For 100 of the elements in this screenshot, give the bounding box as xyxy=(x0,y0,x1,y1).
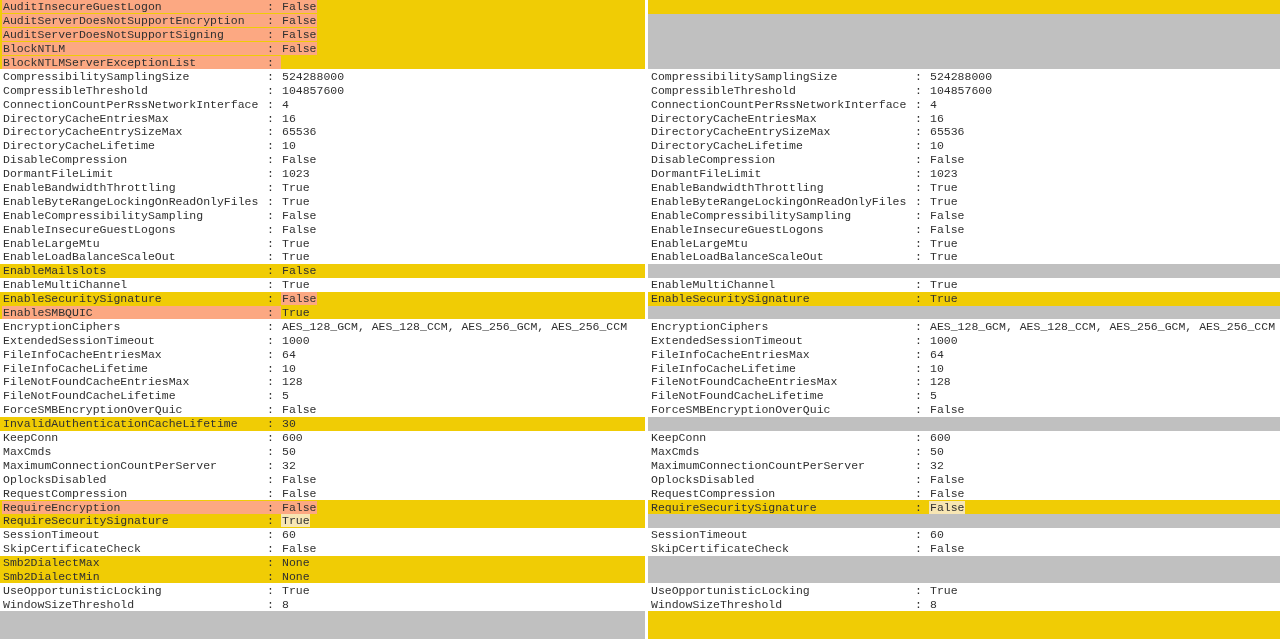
setting-value: False xyxy=(281,0,317,14)
separator: : xyxy=(267,264,275,278)
separator: : xyxy=(915,167,923,181)
separator: : xyxy=(267,278,275,292)
separator: : xyxy=(915,528,923,542)
separator: : xyxy=(267,28,275,42)
setting-value: False xyxy=(281,222,317,236)
setting-value: False xyxy=(281,486,317,500)
separator: : xyxy=(267,167,275,181)
separator: : xyxy=(267,375,275,389)
setting-name: FileInfoCacheLifetime xyxy=(650,361,797,375)
separator: : xyxy=(267,597,275,611)
separator: : xyxy=(267,14,275,28)
separator: : xyxy=(267,97,275,111)
separator: : xyxy=(267,208,275,222)
setting-value: False xyxy=(281,28,317,42)
setting-value: True xyxy=(281,194,310,208)
setting-name: EnableBandwidthThrottling xyxy=(650,181,825,194)
setting-name: UseOpportunisticLocking xyxy=(2,583,163,597)
setting-value: True xyxy=(929,194,958,208)
separator: : xyxy=(915,208,923,222)
separator: : xyxy=(915,181,923,194)
setting-value: False xyxy=(281,264,317,278)
separator: : xyxy=(915,597,923,611)
setting-name: MaxCmds xyxy=(2,444,53,458)
setting-value: True xyxy=(281,250,310,264)
separator: : xyxy=(267,69,275,83)
setting-value: False xyxy=(929,486,965,500)
setting-name: DormantFileLimit xyxy=(650,167,763,181)
separator: : xyxy=(267,222,275,236)
setting-value: 1000 xyxy=(281,333,310,347)
separator: : xyxy=(915,431,923,445)
setting-name: OplocksDisabled xyxy=(650,472,756,486)
separator: : xyxy=(915,333,923,347)
setting-value: 524288000 xyxy=(281,69,345,83)
separator: : xyxy=(915,403,923,417)
setting-value: 128 xyxy=(929,375,951,389)
separator: : xyxy=(267,42,275,56)
separator: : xyxy=(267,431,275,445)
setting-name: EnableMailslots xyxy=(2,264,108,278)
setting-value: 600 xyxy=(281,431,303,445)
setting-value: 32 xyxy=(929,458,944,472)
setting-value: 5 xyxy=(929,389,937,403)
setting-name: OplocksDisabled xyxy=(2,472,108,486)
setting-value: 4 xyxy=(929,97,937,111)
setting-name: EnableMultiChannel xyxy=(2,278,129,292)
setting-name: DirectoryCacheEntriesMax xyxy=(650,111,818,125)
setting-value: 50 xyxy=(281,444,296,458)
setting-name: DirectoryCacheEntrySizeMax xyxy=(2,125,184,139)
setting-name: FileInfoCacheEntriesMax xyxy=(2,347,163,361)
setting-name: DirectoryCacheLifetime xyxy=(2,139,156,153)
separator: : xyxy=(915,583,923,597)
setting-name: DormantFileLimit xyxy=(2,167,115,181)
separator: : xyxy=(915,250,923,264)
separator: : xyxy=(915,278,923,292)
setting-value: None xyxy=(281,556,310,570)
separator: : xyxy=(915,444,923,458)
setting-value: False xyxy=(929,472,965,486)
separator: : xyxy=(915,486,923,500)
setting-name: DirectoryCacheLifetime xyxy=(650,139,804,153)
setting-name: FileNotFoundCacheEntriesMax xyxy=(2,375,191,389)
separator: : xyxy=(267,417,275,431)
setting-name: ForceSMBEncryptionOverQuic xyxy=(2,403,184,417)
setting-value: 10 xyxy=(929,361,944,375)
separator: : xyxy=(915,222,923,236)
separator: : xyxy=(915,500,923,514)
setting-name: EnableSecuritySignature xyxy=(650,292,811,306)
separator: : xyxy=(267,153,275,167)
setting-name: Smb2DialectMin xyxy=(2,569,101,583)
setting-name: EnableByteRangeLockingOnReadOnlyFiles xyxy=(2,194,260,208)
separator: : xyxy=(915,347,923,361)
setting-name: FileNotFoundCacheLifetime xyxy=(650,389,825,403)
separator: : xyxy=(267,514,275,528)
setting-value: False xyxy=(929,542,965,556)
setting-value: True xyxy=(929,583,958,597)
separator: : xyxy=(267,125,275,139)
setting-name: DirectoryCacheEntrySizeMax xyxy=(650,125,832,139)
setting-name: EncryptionCiphers xyxy=(2,319,122,333)
setting-name: UseOpportunisticLocking xyxy=(650,583,811,597)
setting-value: AES_128_GCM, AES_128_CCM, AES_256_GCM, AES_256_CCM xyxy=(281,319,628,333)
separator: : xyxy=(267,56,275,69)
setting-value: 60 xyxy=(281,528,296,542)
setting-name: InvalidAuthenticationCacheLifetime xyxy=(2,417,239,431)
setting-value: 600 xyxy=(929,431,951,445)
setting-value: True xyxy=(281,278,310,292)
setting-name: WindowSizeThreshold xyxy=(650,597,784,611)
separator: : xyxy=(267,458,275,472)
setting-name: EncryptionCiphers xyxy=(650,319,770,333)
separator: : xyxy=(267,194,275,208)
setting-value: False xyxy=(929,403,965,417)
setting-name: MaxCmds xyxy=(650,444,701,458)
setting-name: FileNotFoundCacheLifetime xyxy=(2,389,177,403)
separator: : xyxy=(915,97,923,111)
setting-name: CompressibleThreshold xyxy=(650,83,797,97)
setting-value: False xyxy=(929,208,965,222)
setting-name: EnableCompressibilitySampling xyxy=(650,208,853,222)
setting-value: 30 xyxy=(281,417,296,431)
setting-name: Smb2DialectMax xyxy=(2,556,101,570)
setting-name: BlockNTLMServerExceptionList xyxy=(2,56,198,69)
setting-name: AuditServerDoesNotSupportSigning xyxy=(2,28,225,42)
